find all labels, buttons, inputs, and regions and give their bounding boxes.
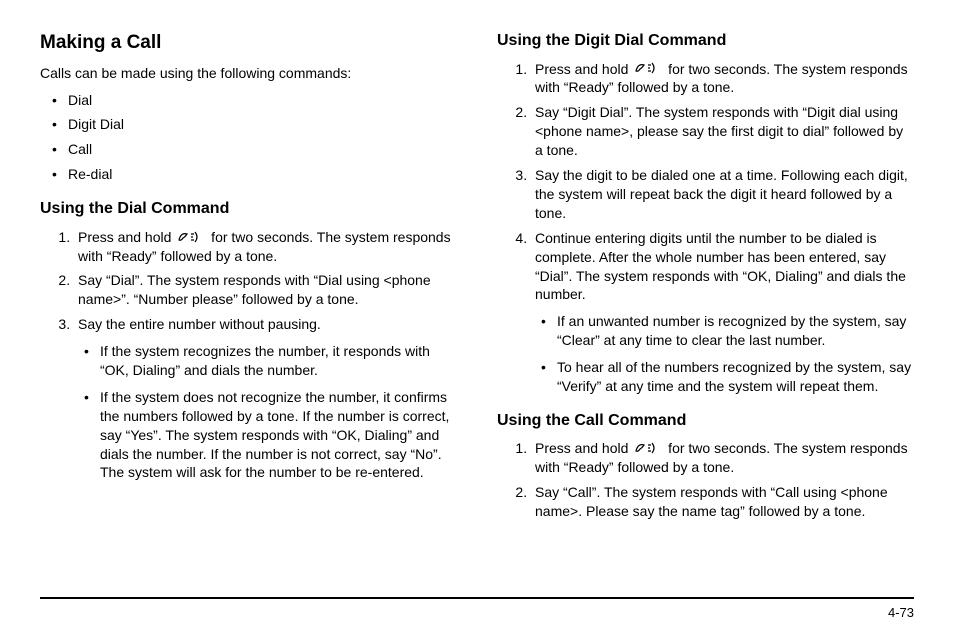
- step-text: Press and hold: [78, 229, 175, 245]
- phone-voice-icon: [634, 441, 662, 460]
- phone-voice-icon: [634, 61, 662, 80]
- digit-sub-list: If an unwanted number is recognized by t…: [535, 312, 914, 396]
- step-item: Say “Digit Dial”. The system responds wi…: [531, 103, 914, 160]
- list-item: Digit Dial: [68, 115, 457, 134]
- dial-steps: Press and hold for two seconds. The syst…: [40, 228, 457, 483]
- heading-making-a-call: Making a Call: [40, 30, 457, 56]
- step-item: Say “Dial”. The system responds with “Di…: [74, 271, 457, 309]
- step-item: Say the digit to be dialed one at a time…: [531, 166, 914, 223]
- step-item: Say the entire number without pausing. I…: [74, 315, 457, 482]
- digit-dial-steps: Press and hold for two seconds. The syst…: [497, 60, 914, 396]
- step-text: Say the entire number without pausing.: [78, 316, 321, 332]
- list-item: If the system recognizes the number, it …: [100, 342, 457, 380]
- list-item: To hear all of the numbers recognized by…: [557, 358, 914, 396]
- heading-call-command: Using the Call Command: [497, 410, 914, 432]
- dial-sub-list: If the system recognizes the number, it …: [78, 342, 457, 482]
- page-content: Making a Call Calls can be made using th…: [0, 0, 954, 560]
- heading-digit-dial: Using the Digit Dial Command: [497, 30, 914, 52]
- step-text: Continue entering digits until the numbe…: [535, 230, 906, 303]
- step-text: Press and hold: [535, 61, 632, 77]
- page-footer: 4-73: [40, 597, 914, 620]
- page-number: 4-73: [40, 605, 914, 620]
- step-text: Press and hold: [535, 440, 632, 456]
- step-item: Continue entering digits until the numbe…: [531, 229, 914, 396]
- left-column: Making a Call Calls can be made using th…: [40, 30, 457, 550]
- call-steps: Press and hold for two seconds. The syst…: [497, 439, 914, 521]
- right-column: Using the Digit Dial Command Press and h…: [497, 30, 914, 550]
- step-item: Say “Call”. The system responds with “Ca…: [531, 483, 914, 521]
- list-item: Dial: [68, 91, 457, 110]
- heading-dial-command: Using the Dial Command: [40, 198, 457, 220]
- list-item: Re-dial: [68, 165, 457, 184]
- step-item: Press and hold for two seconds. The syst…: [74, 228, 457, 266]
- command-list: Dial Digit Dial Call Re-dial: [40, 91, 457, 185]
- footer-rule: [40, 597, 914, 599]
- list-item: If the system does not recognize the num…: [100, 388, 457, 482]
- list-item: If an unwanted number is recognized by t…: [557, 312, 914, 350]
- phone-voice-icon: [177, 230, 205, 249]
- step-item: Press and hold for two seconds. The syst…: [531, 439, 914, 477]
- list-item: Call: [68, 140, 457, 159]
- intro-text: Calls can be made using the following co…: [40, 64, 457, 83]
- step-item: Press and hold for two seconds. The syst…: [531, 60, 914, 98]
